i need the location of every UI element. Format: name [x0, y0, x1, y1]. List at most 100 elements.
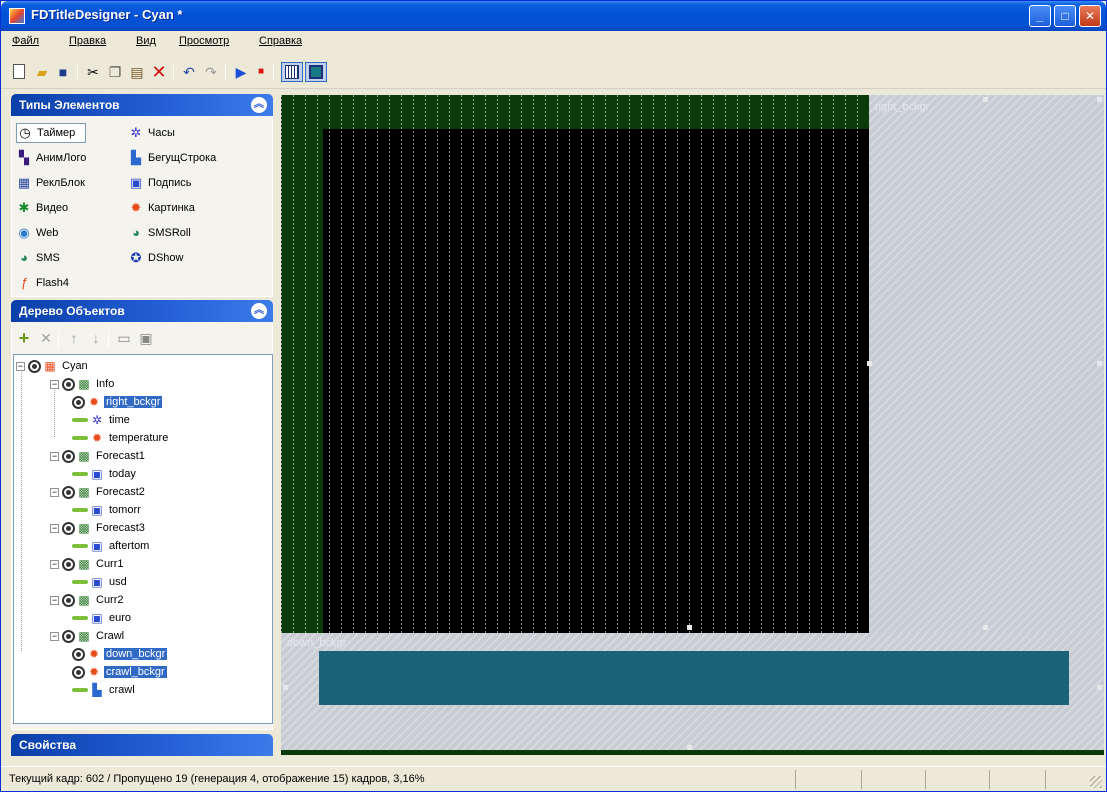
hidden-marker-icon[interactable] [72, 508, 88, 512]
element-type-web[interactable]: ◉ Web [16, 223, 58, 243]
menu-preview[interactable]: Просмотр [179, 35, 229, 47]
resize-handle[interactable] [283, 685, 288, 690]
visibility-eye-icon[interactable] [62, 485, 75, 499]
redo-icon[interactable]: ↷ [203, 64, 219, 80]
properties-header[interactable]: Свойства [11, 734, 273, 756]
collapse-icon[interactable]: − [50, 595, 59, 605]
collapse-chevron-icon[interactable]: ︽ [251, 303, 267, 319]
collapse-icon[interactable]: − [50, 451, 59, 461]
tree-node-today[interactable]: ▣ today [72, 465, 138, 483]
tree-node-curr1[interactable]: − ▩ Curr1 [50, 555, 126, 573]
visibility-eye-icon[interactable] [62, 629, 75, 643]
open-tree-icon[interactable]: ▭ [116, 330, 132, 346]
element-type-ticker[interactable]: ▙ БегущСтрока [128, 148, 216, 168]
element-type-sms[interactable]: ◕ SMS [16, 248, 60, 268]
hidden-marker-icon[interactable] [72, 616, 88, 620]
delete-icon[interactable]: ✕ [151, 63, 167, 81]
resize-handle[interactable] [687, 625, 692, 630]
hidden-marker-icon[interactable] [72, 436, 88, 440]
visibility-eye-icon[interactable] [62, 557, 75, 571]
element-type-video[interactable]: ✱ Видео [16, 198, 69, 218]
visibility-eye-icon[interactable] [62, 377, 75, 391]
hidden-marker-icon[interactable] [72, 688, 88, 692]
collapse-icon[interactable]: − [50, 631, 59, 641]
move-up-icon[interactable]: ↑ [66, 330, 82, 346]
tree-node-crawl-bckgr[interactable]: ✹ crawl_bckgr [72, 663, 167, 681]
tree-node-forecast2[interactable]: − ▩ Forecast2 [50, 483, 147, 501]
undo-icon[interactable]: ↶ [181, 64, 197, 80]
visibility-eye-icon[interactable] [28, 359, 41, 373]
menu-file[interactable]: Файл [12, 35, 39, 47]
hidden-marker-icon[interactable] [72, 580, 88, 584]
tree-node-curr2[interactable]: − ▩ Curr2 [50, 591, 126, 609]
resize-handle[interactable] [1097, 97, 1102, 102]
visibility-eye-icon[interactable] [62, 521, 75, 535]
collapse-icon[interactable]: − [50, 487, 59, 497]
visibility-eye-icon[interactable] [62, 449, 75, 463]
resize-grip-icon[interactable] [1090, 776, 1102, 788]
title-bar[interactable]: FDTitleDesigner - Cyan * _ □ ✕ [1, 1, 1106, 31]
resize-handle[interactable] [867, 361, 872, 366]
tree-node-time[interactable]: ✲ time [72, 411, 132, 429]
tree-node-crawl[interactable]: ▙ crawl [72, 681, 137, 699]
menu-help[interactable]: Справка [259, 35, 302, 47]
app-icon[interactable] [9, 8, 25, 24]
tree-node-down-bckgr[interactable]: ✹ down_bckgr [72, 645, 168, 663]
move-down-icon[interactable]: ↓ [88, 330, 104, 346]
close-button[interactable]: ✕ [1079, 5, 1101, 27]
resize-handle[interactable] [687, 745, 692, 750]
stop-icon[interactable]: ■ [253, 64, 269, 80]
resize-handle[interactable] [1097, 361, 1102, 366]
hidden-marker-icon[interactable] [72, 418, 88, 422]
open-folder-icon[interactable]: ▰ [34, 64, 50, 80]
save-tree-icon[interactable]: ▣ [138, 330, 154, 346]
tree-node-usd[interactable]: ▣ usd [72, 573, 129, 591]
tree-node-forecast3[interactable]: − ▩ Forecast3 [50, 519, 147, 537]
visibility-eye-icon[interactable] [72, 647, 85, 661]
hidden-marker-icon[interactable] [72, 472, 88, 476]
crawl-bckgr-element[interactable] [319, 651, 1069, 705]
object-tree[interactable]: − ▦ Cyan − ▩ Info ✹ right_bckgr ✲ time ✹… [13, 354, 273, 724]
save-icon[interactable]: ■ [55, 64, 71, 80]
element-type-caption[interactable]: ▣ Подпись [128, 173, 192, 193]
collapse-icon[interactable]: − [16, 361, 25, 371]
visibility-eye-icon[interactable] [62, 593, 75, 607]
copy-icon[interactable]: ❐ [107, 64, 123, 80]
remove-icon[interactable]: ✕ [38, 330, 54, 346]
hidden-marker-icon[interactable] [72, 544, 88, 548]
tree-node-right-bckgr[interactable]: ✹ right_bckgr [72, 393, 163, 411]
visibility-eye-icon[interactable] [72, 665, 85, 679]
element-type-dshow[interactable]: ✪ DShow [128, 248, 184, 268]
visibility-eye-icon[interactable] [72, 395, 85, 409]
layout-view-icon[interactable] [281, 62, 303, 82]
tree-node-temperature[interactable]: ✹ temperature [72, 429, 170, 447]
element-types-header[interactable]: Типы Элементов ︽ [11, 94, 273, 116]
object-tree-header[interactable]: Дерево Объектов ︽ [11, 300, 273, 322]
add-icon[interactable]: + [16, 329, 32, 347]
element-type-smsroll[interactable]: ◕ SMSRoll [128, 223, 191, 243]
collapse-icon[interactable]: − [50, 379, 59, 389]
menu-view[interactable]: Вид [136, 35, 156, 47]
element-type-timer[interactable]: ◷ Таймер [16, 123, 87, 143]
resize-handle[interactable] [1097, 685, 1102, 690]
play-icon[interactable]: ▶ [233, 64, 249, 80]
tree-node-forecast1[interactable]: − ▩ Forecast1 [50, 447, 147, 465]
new-file-icon[interactable] [13, 64, 25, 79]
collapse-chevron-icon[interactable]: ︽ [251, 97, 267, 113]
tree-node-info[interactable]: − ▩ Info [50, 375, 116, 393]
collapse-icon[interactable]: − [50, 523, 59, 533]
cut-icon[interactable]: ✂ [85, 64, 101, 80]
tree-node-euro[interactable]: ▣ euro [72, 609, 133, 627]
element-type-animlogo[interactable]: ▚ АнимЛого [16, 148, 86, 168]
element-type-adblock[interactable]: ▦ РеклБлок [16, 173, 85, 193]
fill-view-icon[interactable] [305, 62, 327, 82]
element-type-flash[interactable]: ƒ Flash4 [16, 273, 69, 293]
collapse-icon[interactable]: − [50, 559, 59, 569]
resize-handle[interactable] [983, 97, 988, 102]
paste-icon[interactable]: ▤ [129, 64, 145, 80]
resize-handle[interactable] [983, 625, 988, 630]
element-type-clock[interactable]: ✲ Часы [128, 123, 175, 143]
element-type-picture[interactable]: ✹ Картинка [128, 198, 195, 218]
tree-node-crawl-group[interactable]: − ▩ Crawl [50, 627, 126, 645]
tree-node-tomorr[interactable]: ▣ tomorr [72, 501, 143, 519]
